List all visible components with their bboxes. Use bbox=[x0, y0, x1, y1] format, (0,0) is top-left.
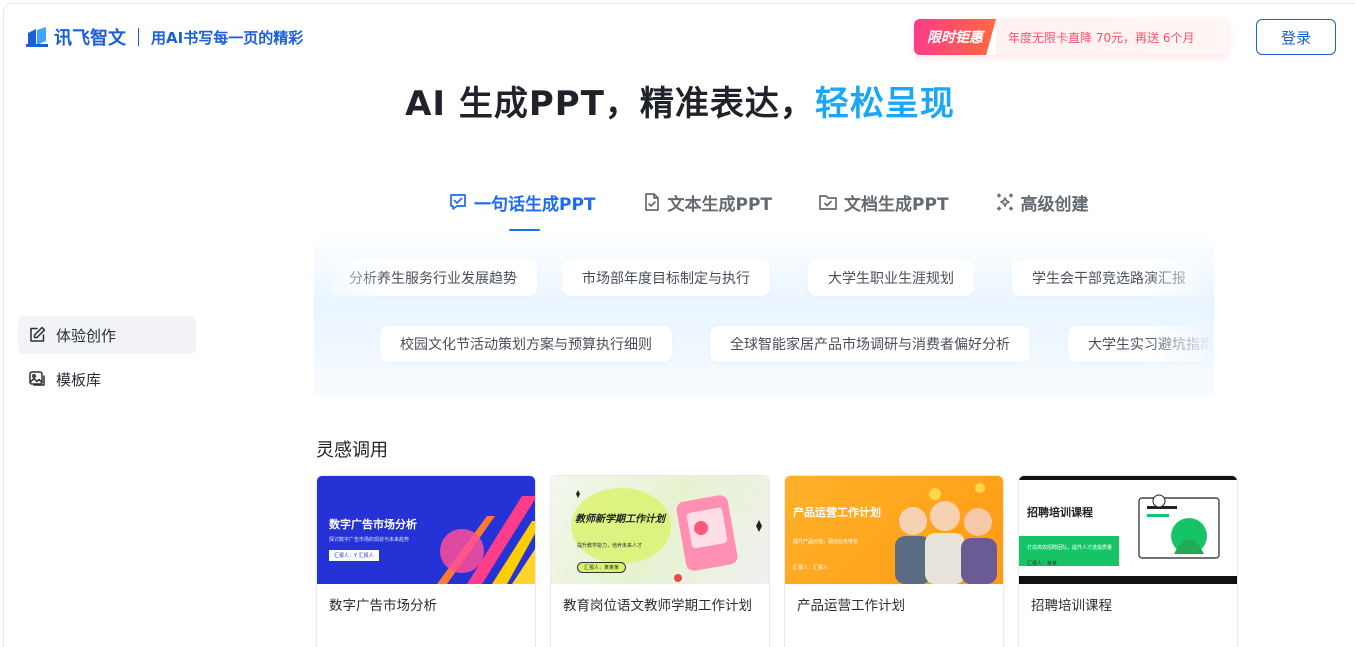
prompt-row-2: 略 校园文化节活动策划方案与预算执行细则 全球智能家居产品市场调研与消费者偏好分… bbox=[314, 324, 1214, 364]
tab-label: 文档生成PPT bbox=[844, 194, 949, 215]
prompt-chip[interactable]: 校园文化节活动策划方案与预算执行细则 bbox=[380, 326, 672, 362]
template-thumbnail: 产品运营工作计划 提升产品价值，驱动业务增长 汇报人：汇报人 bbox=[785, 476, 1003, 584]
prompt-chip[interactable]: 分析养生服务行业发展趋势 bbox=[329, 260, 537, 296]
prompt-chip[interactable]: 大学生实习避坑指南 bbox=[1068, 326, 1214, 362]
prompt-chip[interactable]: 学生会干部竞选路演汇报 bbox=[1012, 260, 1206, 296]
template-caption: 教育岗位语文教师学期工作计划 bbox=[563, 598, 752, 614]
app-frame: 讯飞智文 用AI书写每一页的精彩 限时钜惠 年度无限卡直降 70元，再送 6个月… bbox=[3, 3, 1355, 647]
inspiration-title: 灵感调用 bbox=[316, 440, 388, 461]
template-card[interactable]: 招聘培训课程 打造高效招聘团队，提升人才选拔质量 汇报人：某某 招聘培训课程 bbox=[1018, 475, 1238, 647]
tab-advanced[interactable]: 高级创建 bbox=[995, 188, 1089, 216]
logo-name: 讯飞智文 bbox=[54, 28, 126, 49]
thumbnail-badge: 汇报人：某某 bbox=[1027, 561, 1058, 567]
template-caption: 招聘培训课程 bbox=[1031, 598, 1112, 614]
thumbnail-badge: 汇报人：汇报人 bbox=[793, 565, 829, 571]
template-caption: 数字广告市场分析 bbox=[329, 598, 437, 614]
document-check-icon bbox=[644, 193, 659, 211]
logo-slogan: 用AI书写每一页的精彩 bbox=[151, 28, 304, 47]
prompt-suggestions-area bbox=[314, 232, 1214, 397]
tab-label: 一句话生成PPT bbox=[474, 194, 596, 215]
hero-title: AI 生成PPT，精准表达，轻松呈现 bbox=[4, 76, 1355, 125]
thumbnail-subtitle: 提升产品价值，驱动业务增长 bbox=[793, 539, 859, 545]
sidebar-item-templates[interactable]: 模板库 bbox=[18, 360, 196, 398]
thumbnail-title: 产品运营工作计划 bbox=[793, 506, 881, 519]
template-thumbnail: 招聘培训课程 打造高效招聘团队，提升人才选拔质量 汇报人：某某 bbox=[1019, 476, 1237, 584]
tab-label: 高级创建 bbox=[1020, 194, 1089, 215]
tab-text[interactable]: 文本生成PPT bbox=[642, 188, 773, 216]
template-thumbnail: 数字广告市场分析 探讨数字广告市场的现状与未来趋势 汇报人：Y 汇报人 bbox=[317, 476, 535, 584]
chat-check-icon bbox=[450, 194, 466, 210]
sparkle-icon bbox=[996, 193, 1013, 211]
tab-document[interactable]: 文档生成PPT bbox=[818, 188, 949, 216]
edit-icon bbox=[30, 326, 46, 342]
sidebar-item-label: 体验创作 bbox=[56, 326, 117, 345]
login-button[interactable]: 登录 bbox=[1256, 19, 1336, 55]
active-tab-indicator bbox=[509, 229, 540, 231]
thumbnail-title: 数字广告市场分析 bbox=[329, 518, 417, 531]
thumbnail-subtitle: 提升教学能力，培养未来人才 bbox=[577, 543, 643, 549]
thumbnail-subtitle: 打造高效招聘团队，提升人才选拔质量 bbox=[1027, 545, 1113, 551]
hero-title-highlight: 轻松呈现 bbox=[814, 84, 955, 124]
template-card[interactable]: 产品运营工作计划 提升产品价值，驱动业务增长 汇报人：汇报人 产品运营工作计划 bbox=[784, 475, 1004, 647]
template-card[interactable]: 数字广告市场分析 探讨数字广告市场的现状与未来趋势 汇报人：Y 汇报人 数字广告… bbox=[316, 475, 536, 647]
prompt-chip[interactable]: 市场部年度目标制定与执行 bbox=[562, 260, 770, 296]
sidebar-item-label: 模板库 bbox=[56, 370, 102, 389]
logo-mark-icon bbox=[26, 27, 48, 47]
thumbnail-art bbox=[1019, 476, 1237, 584]
prompt-chip[interactable]: 略 bbox=[314, 326, 318, 362]
template-card[interactable]: 教师新学期工作计划 提升教学能力，培养未来人才 汇报人：某某某 教育岗位语文教师… bbox=[550, 475, 770, 647]
brand-logo[interactable]: 讯飞智文 用AI书写每一页的精彩 bbox=[26, 24, 303, 50]
prompt-row-1: 分析养生服务行业发展趋势 市场部年度目标制定与执行 大学生职业生涯规划 学生会干… bbox=[314, 258, 1214, 298]
promo-tag: 限时钜惠 bbox=[914, 19, 996, 55]
prompt-chip[interactable]: 大学生职业生涯规划 bbox=[808, 260, 974, 296]
tab-one-sentence[interactable]: 一句话生成PPT bbox=[448, 188, 596, 216]
folder-check-icon bbox=[819, 195, 837, 210]
thumbnail-subtitle: 探讨数字广告市场的现状与未来趋势 bbox=[329, 537, 410, 543]
promo-text: 年度无限卡直降 70元，再送 6个月 bbox=[996, 19, 1228, 55]
thumbnail-badge: 汇报人：某某某 bbox=[577, 562, 627, 573]
logo-divider bbox=[138, 28, 139, 46]
hero-title-main: AI 生成PPT，精准表达， bbox=[405, 84, 815, 124]
thumbnail-title: 招聘培训课程 bbox=[1027, 506, 1093, 519]
sidebar-item-create[interactable]: 体验创作 bbox=[18, 316, 196, 354]
prompt-chip[interactable]: 全球智能家居产品市场调研与消费者偏好分析 bbox=[710, 326, 1030, 362]
generation-tabs: 一句话生成PPT 文本生成PPT 文档生成PPT 高级创建 bbox=[448, 188, 1089, 216]
tab-label: 文本生成PPT bbox=[667, 194, 773, 215]
template-gallery-icon bbox=[29, 371, 45, 386]
thumbnail-title: 教师新学期工作计划 bbox=[575, 514, 665, 525]
template-caption: 产品运营工作计划 bbox=[797, 598, 905, 614]
template-thumbnail: 教师新学期工作计划 提升教学能力，培养未来人才 汇报人：某某某 bbox=[551, 476, 769, 584]
thumbnail-badge: 汇报人：Y 汇报人 bbox=[329, 550, 379, 561]
promo-banner[interactable]: 限时钜惠 年度无限卡直降 70元，再送 6个月 bbox=[914, 19, 1228, 55]
